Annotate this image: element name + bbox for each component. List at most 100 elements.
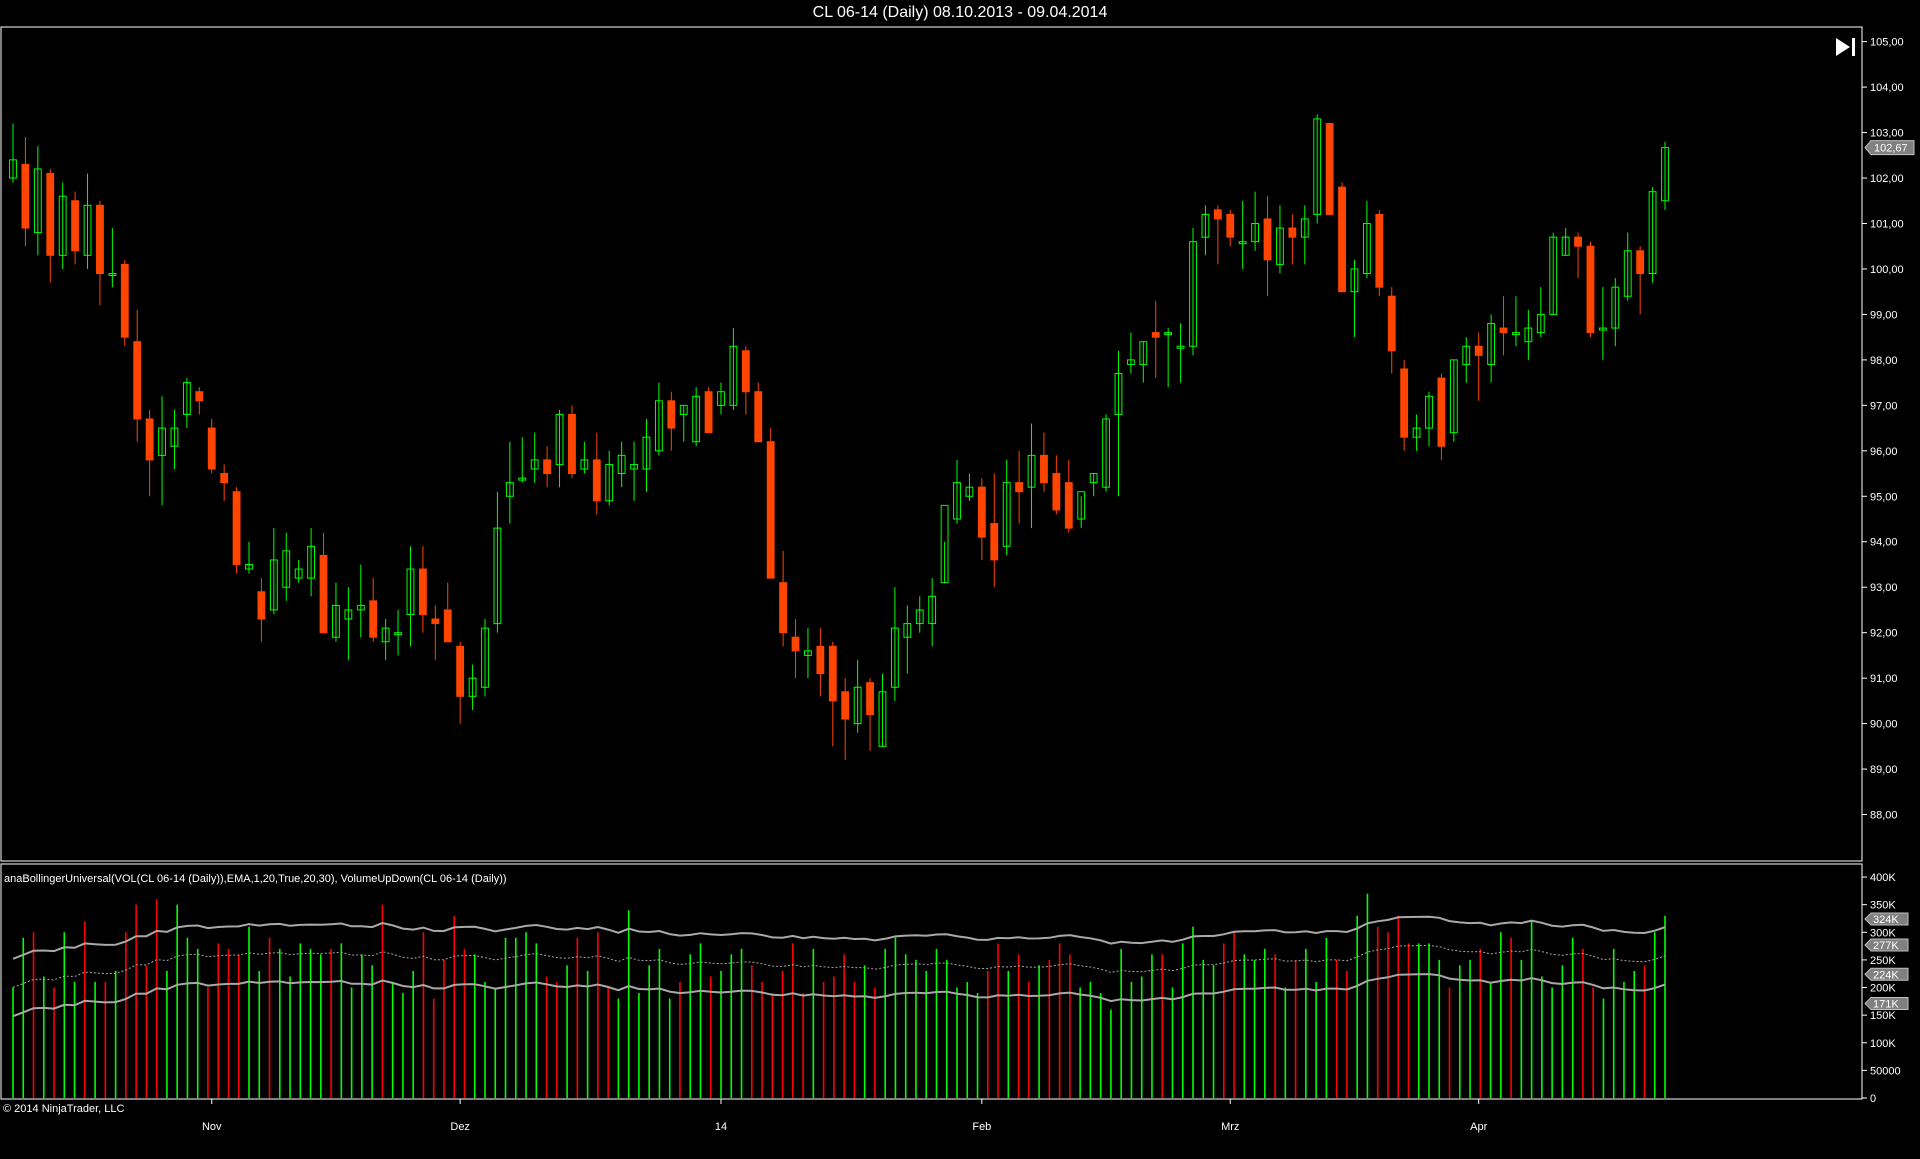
volume-tick-label: 50000: [1870, 1065, 1901, 1077]
candle-down: [257, 591, 266, 620]
time-tick-label: Apr: [1470, 1121, 1487, 1133]
candle-down: [195, 391, 204, 402]
volume-tick-label: 150K: [1870, 1010, 1896, 1022]
band-value-label: 224K: [1873, 969, 1899, 981]
volume-tick-label: 400K: [1870, 872, 1896, 884]
candle-down: [207, 427, 216, 470]
candle-down: [1574, 236, 1582, 247]
time-tick-label: Nov: [202, 1121, 222, 1133]
candle-down: [1213, 209, 1222, 220]
candle-down: [779, 582, 788, 634]
price-tick-label: 100,00: [1870, 264, 1904, 276]
price-tick-label: 97,00: [1870, 400, 1898, 412]
last-price-label: 102,67: [1874, 143, 1908, 155]
volume-tick-label: 250K: [1870, 955, 1896, 967]
candle-down: [1338, 186, 1346, 293]
candle-down: [1151, 332, 1160, 338]
candle-down: [1064, 482, 1073, 529]
candle-down: [1474, 345, 1483, 356]
price-tick-label: 99,00: [1870, 309, 1898, 321]
bollinger-lower-band: [12, 973, 1666, 1018]
time-tick-label: Mrz: [1221, 1121, 1239, 1133]
candle-down: [1325, 122, 1334, 215]
candle-down: [21, 163, 30, 229]
price-tick-label: 98,00: [1870, 355, 1898, 367]
candle-down: [1437, 377, 1446, 447]
price-tick-label: 89,00: [1870, 764, 1898, 776]
candle-down: [977, 486, 986, 538]
bollinger-upper-band: [12, 915, 1666, 960]
candle-down: [704, 391, 713, 434]
candle-down: [1288, 227, 1297, 238]
volume-tick-label: 0: [1870, 1093, 1876, 1105]
candle-down: [1015, 482, 1024, 493]
candle-down: [443, 609, 452, 643]
price-tick-label: 90,00: [1870, 719, 1898, 731]
candle-down: [667, 400, 676, 429]
candle-down: [828, 645, 837, 702]
candle-down: [319, 554, 328, 634]
candle-down: [1499, 327, 1508, 334]
candle-down: [592, 459, 601, 502]
candle-down: [145, 418, 154, 461]
candle-down: [220, 473, 229, 484]
price-tick-label: 95,00: [1870, 491, 1898, 503]
candle-down: [1586, 245, 1595, 334]
price-tick-label: 92,00: [1870, 628, 1898, 640]
candle-down: [96, 204, 104, 275]
candle-down: [990, 523, 999, 561]
price-panel-frame: [0, 26, 1863, 862]
price-tick-label: 96,00: [1870, 446, 1898, 458]
candle-down: [232, 491, 241, 565]
skip-to-end-icon-bar: [1852, 38, 1855, 56]
candle-down: [46, 172, 55, 256]
candle-down: [71, 200, 80, 252]
candle-down: [120, 263, 129, 338]
candle-down: [456, 645, 465, 697]
volume-tick-label: 100K: [1870, 1038, 1896, 1050]
copyright-text: © 2014 NinjaTrader, LLC: [3, 1103, 124, 1115]
candle-down: [543, 459, 552, 475]
price-tick-label: 93,00: [1870, 582, 1898, 594]
candle-down: [766, 441, 775, 579]
band-value-label: 171K: [1873, 999, 1899, 1011]
time-tick-label: 14: [715, 1121, 727, 1133]
candle-down: [418, 568, 427, 615]
candle-down: [568, 413, 576, 475]
bollinger-middle-band: [12, 944, 1666, 988]
skip-to-end-icon: [1836, 38, 1850, 56]
candle-down: [741, 350, 750, 393]
candle-down: [1040, 454, 1048, 484]
candle-down: [1387, 295, 1396, 352]
candle-down: [1263, 218, 1272, 261]
candle-down: [791, 636, 800, 652]
price-tick-label: 102,00: [1870, 173, 1904, 185]
candle-down: [1226, 213, 1235, 238]
candle-down: [841, 691, 850, 720]
candle-down: [1400, 368, 1409, 438]
time-tick-label: Feb: [972, 1121, 991, 1133]
candle-down: [133, 341, 142, 420]
candle-down: [754, 391, 763, 443]
candle-down: [369, 600, 378, 638]
price-tick-label: 91,00: [1870, 673, 1898, 685]
price-tick-label: 101,00: [1870, 218, 1904, 230]
price-tick-label: 103,00: [1870, 128, 1904, 140]
indicator-label: anaBollingerUniversal(VOL(CL 06-14 (Dail…: [4, 873, 507, 885]
candle-down: [1375, 213, 1384, 288]
chart-canvas: 105,00 104,00 103,00 102,00 101,00 100,00 99,0…: [0, 26, 1915, 1133]
price-tick-label: 94,00: [1870, 537, 1898, 549]
price-tick-label: 105,00: [1870, 37, 1904, 49]
price-tick-label: 104,00: [1870, 82, 1904, 94]
volume-tick-label: 350K: [1870, 900, 1896, 912]
candle-down: [1636, 250, 1645, 275]
band-value-label: 324K: [1873, 914, 1899, 926]
candle-down: [866, 682, 874, 716]
candle-down: [431, 618, 440, 625]
candle-down: [816, 645, 825, 675]
volume-tick-label: 300K: [1870, 927, 1896, 939]
time-tick-label: Dez: [450, 1121, 470, 1133]
band-value-label: 277K: [1873, 940, 1899, 952]
price-tick-label: 88,00: [1870, 810, 1898, 822]
volume-tick-label: 200K: [1870, 983, 1896, 995]
